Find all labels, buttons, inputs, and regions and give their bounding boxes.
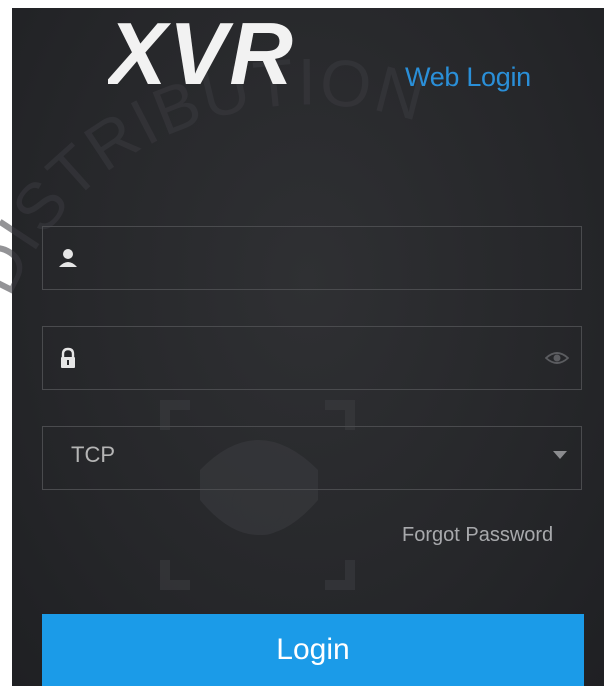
protocol-select[interactable]: TCP [42,426,582,490]
svg-text:XVR: XVR [108,14,295,94]
xvr-logo: XVR [108,14,295,94]
eye-icon[interactable] [545,349,569,367]
lock-icon [61,347,75,368]
username-input[interactable] [91,227,535,291]
protocol-selected-value: TCP [71,442,115,467]
login-button[interactable]: Login [42,614,584,686]
web-login-title: Web Login [405,62,531,92]
caret-down-icon[interactable] [553,451,567,459]
forgot-password-link[interactable]: Forgot Password [402,524,553,547]
user-icon [59,249,77,267]
username-field[interactable] [42,226,582,291]
password-input[interactable] [91,327,535,391]
password-field[interactable] [42,326,582,391]
